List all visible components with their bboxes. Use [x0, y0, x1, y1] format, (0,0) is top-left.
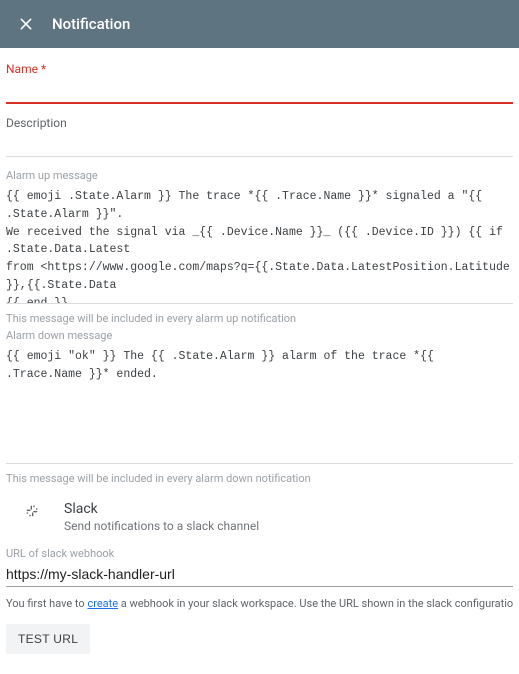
description-input[interactable] [6, 132, 513, 157]
name-label: Name * [6, 62, 513, 76]
slack-hint-suffix: a webhook in your slack workspace. Use t… [118, 597, 513, 610]
alarm-up-label: Alarm up message [6, 169, 513, 182]
slack-hint: You first have to create a webhook in yo… [6, 597, 513, 610]
name-label-text: Name [6, 62, 38, 76]
slack-section: Slack Send notifications to a slack chan… [6, 485, 513, 547]
dialog-header: Notification [0, 0, 519, 48]
slack-hint-prefix: You first have to [6, 597, 87, 610]
create-webhook-link[interactable]: create [87, 597, 118, 610]
alarm-up-helper: This message will be included in every a… [6, 312, 513, 325]
name-input[interactable] [6, 78, 513, 104]
description-field: Description [6, 116, 513, 157]
slack-url-label: URL of slack webhook [6, 547, 513, 560]
slack-icon [18, 501, 46, 519]
dialog-title: Notification [52, 15, 130, 33]
slack-url-input[interactable] [6, 560, 513, 587]
alarm-up-textarea[interactable] [6, 184, 513, 304]
alarm-down-textarea[interactable] [6, 344, 513, 464]
description-label: Description [6, 116, 513, 130]
alarm-down-helper: This message will be included in every a… [6, 472, 513, 485]
slack-text: Slack Send notifications to a slack chan… [64, 501, 259, 533]
name-field: Name * [6, 62, 513, 104]
dialog-content: Name * Description Alarm up message This… [0, 48, 519, 674]
alarm-down-label: Alarm down message [6, 329, 513, 342]
required-asterisk: * [41, 62, 46, 76]
close-icon[interactable] [14, 12, 38, 36]
test-url-button[interactable]: TEST URL [6, 624, 90, 654]
slack-subtitle: Send notifications to a slack channel [64, 519, 259, 533]
slack-title: Slack [64, 501, 259, 517]
